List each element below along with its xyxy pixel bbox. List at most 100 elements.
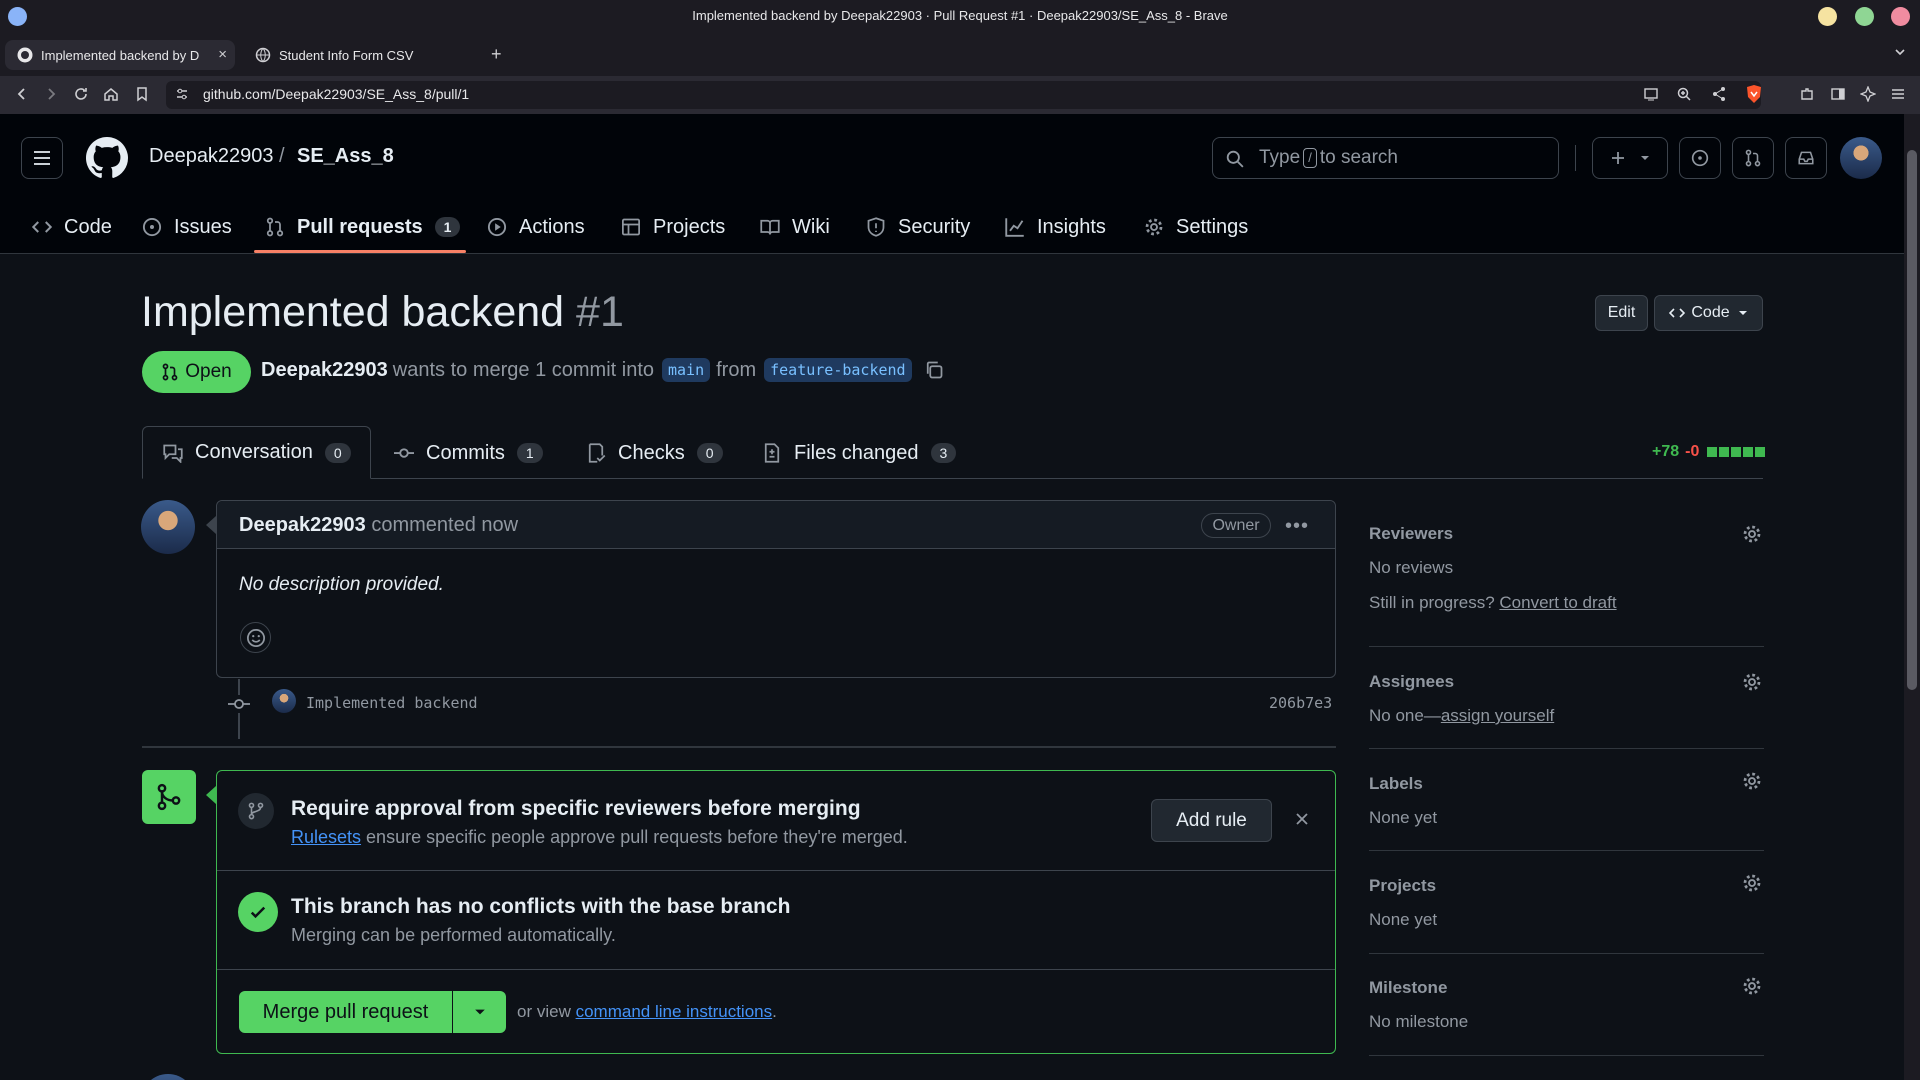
breadcrumb-repo[interactable]: SE_Ass_8 bbox=[297, 145, 394, 168]
home-icon[interactable] bbox=[103, 86, 119, 102]
diffstat-block bbox=[1755, 447, 1766, 457]
pr-author-link[interactable]: Deepak22903 bbox=[261, 359, 388, 382]
back-icon[interactable] bbox=[14, 86, 30, 102]
commit-message[interactable]: Implemented backend bbox=[306, 694, 478, 712]
git-commit-icon bbox=[394, 448, 414, 458]
sidebar-reviewers-heading[interactable]: Reviewers bbox=[1369, 524, 1453, 544]
browser-tab[interactable]: Student Info Form CSV bbox=[243, 40, 473, 70]
search-input[interactable]: Type / to search bbox=[1212, 137, 1559, 179]
search-shortcut-key: / bbox=[1303, 148, 1317, 168]
gear-icon[interactable] bbox=[1742, 873, 1762, 893]
add-reaction-button[interactable] bbox=[240, 622, 271, 653]
breadcrumb-owner[interactable]: Deepak22903 bbox=[149, 145, 274, 168]
caret-down-icon bbox=[1641, 156, 1649, 160]
inbox-button[interactable] bbox=[1785, 137, 1827, 179]
user-avatar[interactable] bbox=[1840, 137, 1882, 179]
tab-conversation[interactable]: Conversation 0 bbox=[142, 426, 371, 479]
minimize-icon[interactable] bbox=[1818, 7, 1837, 26]
window-title: Implemented backend by Deepak22903 · Pul… bbox=[692, 8, 1228, 23]
gear-icon[interactable] bbox=[1742, 976, 1762, 996]
sidebar-labels-value: None yet bbox=[1369, 808, 1438, 827]
sidebar-assignees-heading[interactable]: Assignees bbox=[1369, 672, 1454, 692]
repo-tab-wiki[interactable]: Wiki bbox=[760, 209, 830, 245]
sidebar-draft-prompt: Still in progress? Convert to draft bbox=[1369, 593, 1617, 613]
repo-tab-pull-requests[interactable]: Pull requests 1 bbox=[265, 209, 461, 245]
url-text[interactable]: github.com/Deepak22903/SE_Ass_8/pull/1 bbox=[203, 86, 469, 102]
header-divider bbox=[1575, 145, 1576, 171]
add-rule-button[interactable]: Add rule bbox=[1151, 799, 1272, 842]
rulesets-link[interactable]: Rulesets bbox=[291, 827, 361, 847]
play-icon bbox=[487, 217, 507, 237]
browser-tab-active[interactable]: Implemented backend by D × bbox=[5, 40, 235, 70]
sidebar-milestone-heading[interactable]: Milestone bbox=[1369, 978, 1447, 998]
repo-tab-projects[interactable]: Projects bbox=[621, 209, 725, 245]
check-circle-icon bbox=[238, 892, 278, 932]
edit-title-button[interactable]: Edit bbox=[1595, 295, 1648, 331]
diffstat-removed: -0 bbox=[1685, 443, 1700, 460]
command-line-instructions-link[interactable]: command line instructions bbox=[576, 1002, 773, 1021]
hamburger-menu-icon[interactable] bbox=[21, 137, 63, 179]
sidebar-labels-heading[interactable]: Labels bbox=[1369, 774, 1423, 794]
browser-menu-icon[interactable] bbox=[1890, 86, 1906, 102]
dismiss-icon[interactable] bbox=[1294, 811, 1310, 827]
tab-list-chevron-icon[interactable] bbox=[1894, 46, 1906, 58]
tab-label: Conversation bbox=[195, 441, 313, 463]
merge-pull-request-button[interactable]: Merge pull request bbox=[239, 991, 452, 1033]
tab-files-changed[interactable]: Files changed 3 bbox=[762, 427, 957, 479]
repo-tab-label: Actions bbox=[519, 215, 585, 238]
extensions-icon[interactable] bbox=[1799, 86, 1815, 102]
commit-sha[interactable]: 206b7e3 bbox=[1269, 694, 1332, 712]
create-new-button[interactable] bbox=[1592, 137, 1668, 179]
repo-tab-insights[interactable]: Insights bbox=[1005, 209, 1106, 245]
branch-rule-icon bbox=[238, 793, 274, 829]
gear-icon[interactable] bbox=[1742, 524, 1762, 544]
share-icon[interactable] bbox=[1711, 86, 1727, 102]
merge-options-button[interactable] bbox=[453, 991, 506, 1033]
convert-to-draft-link[interactable]: Convert to draft bbox=[1499, 593, 1616, 612]
gear-icon[interactable] bbox=[1742, 771, 1762, 791]
leo-ai-icon[interactable] bbox=[1860, 86, 1876, 102]
bookmark-icon[interactable] bbox=[134, 86, 150, 102]
forward-icon[interactable] bbox=[43, 86, 59, 102]
tab-commits[interactable]: Commits 1 bbox=[394, 427, 543, 479]
comment-author-avatar[interactable] bbox=[141, 500, 195, 554]
comment-timestamp[interactable]: commented now bbox=[371, 514, 518, 536]
cast-icon[interactable] bbox=[1643, 86, 1659, 102]
repo-tab-actions[interactable]: Actions bbox=[487, 209, 585, 245]
repo-tab-issues[interactable]: Issues bbox=[142, 209, 232, 245]
maximize-icon[interactable] bbox=[1855, 7, 1874, 26]
tab-count: 0 bbox=[324, 442, 351, 463]
head-branch[interactable]: feature-backend bbox=[764, 358, 912, 382]
sidebar-projects-heading[interactable]: Projects bbox=[1369, 876, 1436, 896]
pull-requests-shortcut-button[interactable] bbox=[1732, 137, 1774, 179]
brave-shields-icon[interactable] bbox=[1745, 84, 1763, 104]
zoom-icon[interactable] bbox=[1676, 86, 1692, 102]
scrollbar-thumb[interactable] bbox=[1907, 150, 1917, 690]
tab-checks[interactable]: Checks 0 bbox=[586, 427, 723, 479]
gear-icon[interactable] bbox=[1742, 672, 1762, 692]
comment-author-link[interactable]: Deepak22903 bbox=[239, 514, 366, 536]
repo-tab-settings[interactable]: Settings bbox=[1144, 209, 1248, 245]
diffstat-block bbox=[1719, 447, 1730, 457]
cli-instructions: or view command line instructions. bbox=[517, 1002, 777, 1022]
sidebar-toggle-icon[interactable] bbox=[1830, 86, 1846, 102]
issues-shortcut-button[interactable] bbox=[1679, 137, 1721, 179]
code-dropdown-button[interactable]: Code bbox=[1654, 295, 1763, 331]
base-branch[interactable]: main bbox=[662, 358, 711, 382]
pr-from-text: from bbox=[716, 358, 757, 381]
new-tab-icon[interactable]: + bbox=[491, 44, 502, 65]
close-window-icon[interactable] bbox=[1891, 7, 1910, 26]
close-tab-icon[interactable]: × bbox=[218, 46, 227, 63]
repo-tab-security[interactable]: Security bbox=[866, 209, 970, 245]
reload-icon[interactable] bbox=[73, 86, 89, 102]
copy-icon[interactable] bbox=[924, 360, 944, 380]
kebab-menu-icon[interactable]: ••• bbox=[1285, 515, 1309, 538]
comment-discussion-icon bbox=[163, 444, 183, 463]
repo-tab-code[interactable]: Code bbox=[32, 209, 112, 245]
github-logo-icon[interactable] bbox=[86, 137, 128, 179]
site-info-icon[interactable] bbox=[175, 87, 189, 101]
code-icon bbox=[32, 221, 52, 233]
assign-yourself-link[interactable]: assign yourself bbox=[1441, 706, 1554, 725]
repo-tab-label: Code bbox=[64, 215, 112, 238]
commit-author-avatar[interactable] bbox=[272, 689, 296, 713]
